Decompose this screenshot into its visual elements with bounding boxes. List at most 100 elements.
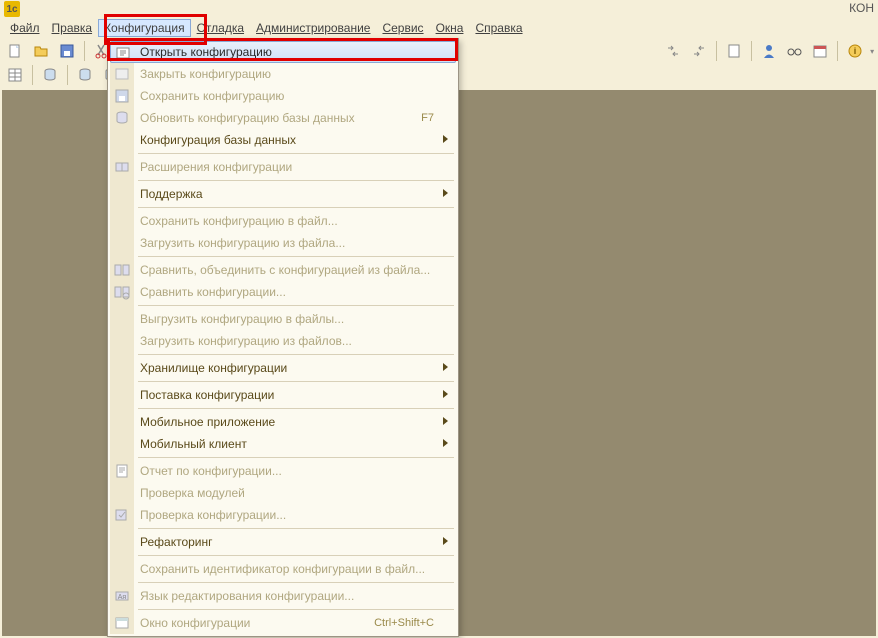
open-file-button[interactable] xyxy=(30,40,52,62)
new-file-icon xyxy=(7,43,23,59)
dropdown-item: Расширения конфигурации xyxy=(110,156,456,178)
compare-merge-icon xyxy=(114,262,130,278)
document-icon xyxy=(726,43,742,59)
dropdown-item: Проверка модулей xyxy=(110,482,456,504)
compare-icon xyxy=(114,284,130,300)
check-config-icon xyxy=(114,507,130,523)
dropdown-separator xyxy=(138,555,454,556)
dropdown-separator xyxy=(138,153,454,154)
menu-windows[interactable]: Окна xyxy=(430,19,470,37)
extensions-icon xyxy=(114,159,130,175)
menu-file[interactable]: Файл xyxy=(4,19,46,37)
dropdown-item[interactable]: Поддержка xyxy=(110,183,456,205)
dropdown-item-label: Загрузить конфигурацию из файлов... xyxy=(140,334,456,348)
new-file-button[interactable] xyxy=(4,40,26,62)
dropdown-item-label: Сохранить конфигурацию xyxy=(140,89,456,103)
dropdown-separator xyxy=(138,609,454,610)
dropdown-item-label: Отчет по конфигурации... xyxy=(140,464,456,478)
dropdown-item[interactable]: Мобильный клиент xyxy=(110,433,456,455)
toolbar-separator xyxy=(84,41,85,61)
dropdown-separator xyxy=(138,354,454,355)
submenu-arrow-icon xyxy=(443,417,448,425)
toolbar-button-c[interactable] xyxy=(723,40,745,62)
update-db-icon xyxy=(114,110,130,126)
toolbar-button-a[interactable] xyxy=(662,40,684,62)
dropdown-item-label: Мобильный клиент xyxy=(140,437,456,451)
app-icon: 1c xyxy=(4,1,20,17)
dropdown-item-label: Язык редактирования конфигурации... xyxy=(140,589,456,603)
save-icon xyxy=(59,43,75,59)
dropdown-item-label: Хранилище конфигурации xyxy=(140,361,456,375)
menu-debug[interactable]: Отладка xyxy=(191,19,250,37)
dropdown-item-label: Рефакторинг xyxy=(140,535,456,549)
dropdown-item: Закрыть конфигурацию xyxy=(110,63,456,85)
window-icon xyxy=(114,615,130,631)
table-button[interactable] xyxy=(4,64,26,86)
open-folder-icon xyxy=(33,43,49,59)
dropdown-item[interactable]: Хранилище конфигурации xyxy=(110,357,456,379)
dropdown-separator xyxy=(138,528,454,529)
dropdown-item: Загрузить конфигурацию из файлов... xyxy=(110,330,456,352)
toolbar-separator xyxy=(32,65,33,85)
menu-service[interactable]: Сервис xyxy=(376,19,429,37)
toolbar-separator xyxy=(716,41,717,61)
user-button[interactable] xyxy=(758,40,780,62)
dropdown-item: Обновить конфигурацию базы данныхF7 xyxy=(110,107,456,129)
db-button-2[interactable] xyxy=(74,64,96,86)
dropdown-item: Сохранить конфигурацию xyxy=(110,85,456,107)
language-icon: Ая xyxy=(114,588,130,604)
dropdown-item-shortcut: Ctrl+Shift+C xyxy=(374,617,456,629)
dropdown-item-label: Поставка конфигурации xyxy=(140,388,456,402)
dropdown-item[interactable]: Открыть конфигурацию xyxy=(110,41,456,63)
dropdown-item-label: Загрузить конфигурацию из файла... xyxy=(140,236,456,250)
user-icon xyxy=(761,43,777,59)
dropdown-item-label: Проверка модулей xyxy=(140,486,456,500)
arrow-pair-icon xyxy=(665,43,681,59)
dropdown-item-label: Мобильное приложение xyxy=(140,415,456,429)
dropdown-item-label: Поддержка xyxy=(140,187,456,201)
dropdown-item-label: Проверка конфигурации... xyxy=(140,508,456,522)
dropdown-item[interactable]: Мобильное приложение xyxy=(110,411,456,433)
save-button[interactable] xyxy=(56,40,78,62)
menu-configuration[interactable]: Конфигурация xyxy=(98,19,191,37)
dropdown-item[interactable]: Поставка конфигурации xyxy=(110,384,456,406)
dropdown-item-label: Закрыть конфигурацию xyxy=(140,67,456,81)
configuration-dropdown: Открыть конфигурацию Закрыть конфигурацию… xyxy=(107,38,459,637)
dropdown-item: Проверка конфигурации... xyxy=(110,504,456,526)
submenu-arrow-icon xyxy=(443,439,448,447)
dropdown-item-label: Конфигурация базы данных xyxy=(140,133,456,147)
toolbar-separator xyxy=(837,41,838,61)
dropdown-item-label: Обновить конфигурацию базы данных xyxy=(140,111,421,125)
arrow-pair-icon xyxy=(691,43,707,59)
submenu-arrow-icon xyxy=(443,537,448,545)
dropdown-item: Окно конфигурацииCtrl+Shift+C xyxy=(110,612,456,634)
report-icon xyxy=(114,463,130,479)
menu-administration[interactable]: Администрирование xyxy=(250,19,376,37)
dropdown-separator xyxy=(138,180,454,181)
menu-edit[interactable]: Правка xyxy=(46,19,99,37)
save-config-icon xyxy=(114,88,130,104)
title-bar: 1c КОН xyxy=(0,0,878,18)
dropdown-item[interactable]: Конфигурация базы данных xyxy=(110,129,456,151)
calendar-button[interactable] xyxy=(809,40,831,62)
toolbar-button-b[interactable] xyxy=(688,40,710,62)
dropdown-item: Сохранить конфигурацию в файл... xyxy=(110,210,456,232)
dropdown-separator xyxy=(138,408,454,409)
dropdown-item-label: Сравнить, объединить с конфигурацией из … xyxy=(140,263,456,277)
db-button-1[interactable] xyxy=(39,64,61,86)
dropdown-item[interactable]: Рефакторинг xyxy=(110,531,456,553)
toolbar-button-d[interactable] xyxy=(783,40,805,62)
dropdown-separator xyxy=(138,381,454,382)
glasses-icon xyxy=(786,43,802,59)
help-button[interactable]: i xyxy=(844,40,866,62)
dropdown-item: Ая Язык редактирования конфигурации... xyxy=(110,585,456,607)
svg-text:Ая: Ая xyxy=(118,594,127,601)
calendar-icon xyxy=(812,43,828,59)
dropdown-item: Сохранить идентификатор конфигурации в ф… xyxy=(110,558,456,580)
database-icon xyxy=(42,67,58,83)
menu-bar: Файл Правка Конфигурация Отладка Админис… xyxy=(0,18,878,38)
dropdown-item-label: Открыть конфигурацию xyxy=(140,45,455,59)
submenu-arrow-icon xyxy=(443,189,448,197)
database-icon xyxy=(77,67,93,83)
menu-help[interactable]: Справка xyxy=(469,19,528,37)
